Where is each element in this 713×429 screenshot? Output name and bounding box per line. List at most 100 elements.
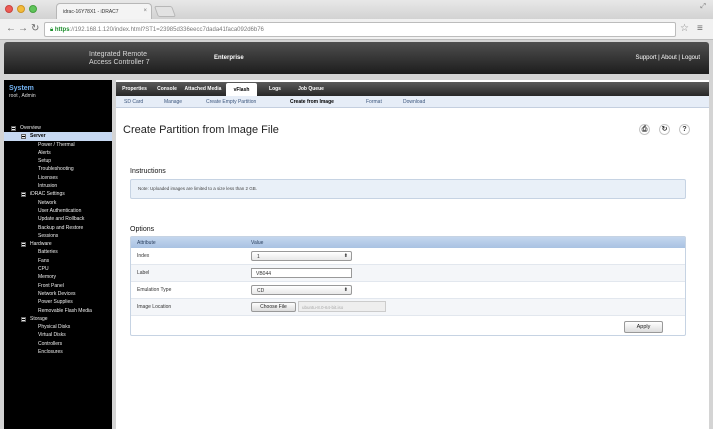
url-bar[interactable]: 🔒︎ https://192.168.1.120/index.html?ST1=…	[44, 22, 676, 37]
apply-button[interactable]: Apply	[624, 321, 663, 333]
sidebar-item[interactable]: Licenses	[4, 174, 112, 182]
page-title: Create Partition from Image File	[123, 124, 279, 136]
help-icon[interactable]: ?	[679, 124, 690, 135]
browser-toolbar: ← → ↻ 🔒︎ https://192.168.1.120/index.htm…	[0, 19, 713, 40]
sidebar-item[interactable]: Setup	[4, 157, 112, 165]
sidebar-item[interactable]: Backup and Restore	[4, 224, 112, 232]
main-tab[interactable]: vFlash	[226, 83, 257, 96]
emulation-selected-value: CD	[257, 288, 265, 294]
sidebar-item[interactable]: Alerts	[4, 149, 112, 157]
sidebar-item-label: iDRAC Settings	[30, 191, 65, 198]
collapse-icon[interactable]	[21, 192, 26, 198]
sidebar-item[interactable]: Power Supplies	[4, 298, 112, 306]
sidebar-item-label: Alerts	[38, 149, 51, 156]
collapse-icon[interactable]	[21, 242, 26, 248]
sub-tab[interactable]: Manage	[164, 99, 182, 105]
sidebar-item[interactable]: Batteries	[4, 248, 112, 256]
choose-file-button[interactable]: Choose File	[251, 302, 296, 312]
back-icon[interactable]: ←	[6, 23, 16, 34]
system-user: root , Admin	[9, 93, 36, 99]
sidebar-item[interactable]: Fans	[4, 257, 112, 265]
sidebar-item[interactable]: Storage	[4, 315, 112, 323]
sidebar-item-label: Storage	[30, 315, 48, 322]
sidebar-item-label: Front Panel	[38, 282, 64, 289]
url-text: ://192.168.1.120/index.html?ST1=23985d33…	[69, 27, 264, 33]
sidebar-item[interactable]: Network Devices	[4, 290, 112, 298]
sidebar-item-label: Controllers	[38, 340, 63, 347]
collapse-icon[interactable]	[21, 134, 26, 140]
sidebar-item[interactable]: iDRAC Settings	[4, 190, 112, 198]
browser-tab[interactable]: idrac-16Y78X1 - iDRAC7 ×	[56, 3, 152, 19]
sidebar-item[interactable]: Overview	[4, 124, 112, 132]
sidebar-item[interactable]: Removable Flash Media	[4, 307, 112, 315]
emulation-type-select[interactable]: CD ⬍	[251, 285, 352, 295]
sidebar-item[interactable]: Sessions	[4, 232, 112, 240]
sidebar-item[interactable]: Controllers	[4, 340, 112, 348]
collapse-icon[interactable]	[21, 316, 26, 322]
sidebar-item[interactable]: Network	[4, 199, 112, 207]
sidebar-item[interactable]: Server	[4, 132, 112, 141]
sidebar-item-label: Overview	[20, 125, 41, 131]
sub-tab[interactable]: SD Card	[124, 99, 143, 105]
main-tab[interactable]: Logs	[263, 82, 287, 96]
sidebar-item[interactable]: Troubleshooting	[4, 165, 112, 173]
main-tab[interactable]: Job Queue	[290, 82, 332, 96]
brand-line-1: Integrated Remote	[89, 51, 147, 58]
sidebar-item[interactable]: Power / Thermal	[4, 141, 112, 149]
sidebar-item[interactable]: Physical Disks	[4, 323, 112, 331]
index-select[interactable]: 1 ⬍	[251, 251, 352, 261]
sidebar-item[interactable]: Intrusion	[4, 182, 112, 190]
main-tab[interactable]: Console	[154, 82, 180, 96]
instructions-note: Note: Uploaded images are limited to a s…	[130, 179, 686, 199]
main-content: Properties Console Attached Media vFlash Log…	[116, 80, 709, 429]
sidebar-item[interactable]: User Authentication	[4, 207, 112, 215]
tab-close-icon[interactable]: ×	[143, 8, 147, 14]
fullscreen-icon[interactable]: ⤢	[700, 3, 706, 11]
label-row: Label VB044	[131, 265, 685, 282]
brand-line-2: Access Controller 7	[89, 59, 150, 66]
emulation-type-row: Emulation Type CD ⬍	[131, 282, 685, 299]
forward-icon[interactable]: →	[18, 23, 28, 34]
sidebar-item[interactable]: Virtual Disks	[4, 331, 112, 339]
zoom-window-button[interactable]	[29, 5, 37, 13]
sidebar-item[interactable]: Hardware	[4, 240, 112, 248]
support-about-logout-links[interactable]: Support | About | Logout	[636, 55, 701, 61]
sidebar-item-label: Physical Disks	[38, 324, 71, 331]
select-arrows-icon: ⬍	[343, 253, 348, 259]
system-title[interactable]: System	[9, 85, 34, 92]
sidebar-item-label: CPU	[38, 266, 49, 273]
new-tab-button[interactable]	[153, 6, 177, 17]
close-window-button[interactable]	[5, 5, 13, 13]
sub-tab[interactable]: Download	[403, 99, 425, 105]
sidebar-item[interactable]: CPU	[4, 265, 112, 273]
sub-tab[interactable]: Create Empty Partition	[206, 99, 256, 105]
attribute-column-header: Attribute	[137, 240, 156, 246]
lock-icon: 🔒︎	[50, 27, 54, 33]
options-table: Attribute Value Index 1 ⬍ Label VB044 Em…	[130, 236, 686, 336]
collapse-icon[interactable]	[11, 126, 16, 131]
star-icon[interactable]: ☆	[680, 23, 689, 34]
select-arrows-icon: ⬍	[343, 287, 348, 293]
main-tab[interactable]: Properties	[118, 82, 151, 96]
sidebar: System root , Admin Overview Server Power …	[4, 80, 112, 429]
minimize-window-button[interactable]	[17, 5, 25, 13]
sidebar-item-label: Virtual Disks	[38, 332, 66, 339]
reload-icon[interactable]: ↻	[31, 23, 39, 34]
url-scheme: https	[54, 27, 70, 33]
sidebar-item[interactable]: Memory	[4, 273, 112, 281]
sidebar-item[interactable]: Update and Rollback	[4, 215, 112, 223]
sub-tab[interactable]: Format	[366, 99, 382, 105]
sidebar-item-label: Troubleshooting	[38, 166, 74, 173]
sidebar-item[interactable]: Enclosures	[4, 348, 112, 356]
sub-tabs: SD Card Manage Create Empty Partition Creat…	[116, 96, 709, 108]
sub-tab[interactable]: Create from Image	[290, 99, 334, 105]
refresh-icon[interactable]: ↻	[659, 124, 670, 135]
sidebar-item-label: Backup and Restore	[38, 224, 84, 231]
menu-icon[interactable]: ≡	[697, 23, 703, 34]
screen: idrac-16Y78X1 - iDRAC7 × ⤢ ← → ↻ 🔒︎ http…	[0, 0, 713, 429]
sidebar-item[interactable]: Front Panel	[4, 282, 112, 290]
main-tabs: Properties Console Attached Media vFlash Log…	[116, 82, 709, 96]
main-tab[interactable]: Attached Media	[182, 82, 224, 96]
print-icon[interactable]: ⎙	[639, 124, 650, 135]
label-input[interactable]: VB044	[251, 268, 352, 278]
